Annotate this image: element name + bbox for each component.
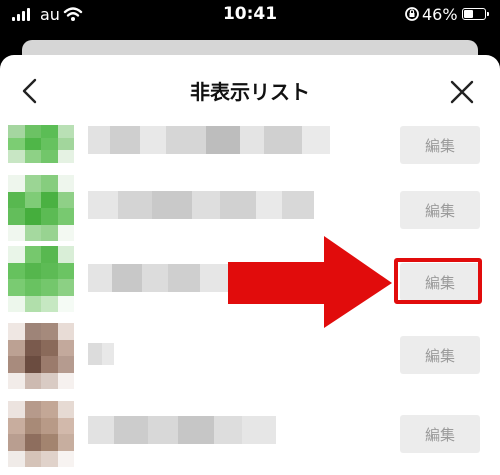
battery-percentage: 46% <box>422 5 458 24</box>
red-arrow-right-icon <box>228 236 392 328</box>
avatar <box>8 125 74 175</box>
avatar <box>8 175 74 241</box>
rotation-lock-icon <box>405 7 419 21</box>
list-item: 編集 <box>0 323 500 389</box>
edit-button[interactable]: 編集 <box>400 415 480 453</box>
avatar <box>8 323 74 389</box>
blurred-contact-name <box>88 126 330 154</box>
close-button[interactable] <box>449 79 475 105</box>
page-title: 非表示リスト <box>190 80 310 104</box>
avatar <box>8 246 74 312</box>
status-bar: au 10:41 46% <box>0 0 500 32</box>
highlight-box <box>394 258 482 304</box>
blurred-contact-name <box>88 191 314 219</box>
battery-icon <box>462 8 489 20</box>
edit-button[interactable]: 編集 <box>400 126 480 164</box>
edit-button[interactable]: 編集 <box>400 336 480 374</box>
blurred-contact-name <box>88 264 228 292</box>
list-item: 編集 <box>0 175 500 241</box>
blurred-contact-name <box>88 343 114 365</box>
blurred-contact-name <box>88 416 276 444</box>
edit-button[interactable]: 編集 <box>400 191 480 229</box>
list-item: 編集 <box>0 399 500 467</box>
avatar <box>8 401 74 467</box>
list-item: 編集 <box>0 115 500 175</box>
